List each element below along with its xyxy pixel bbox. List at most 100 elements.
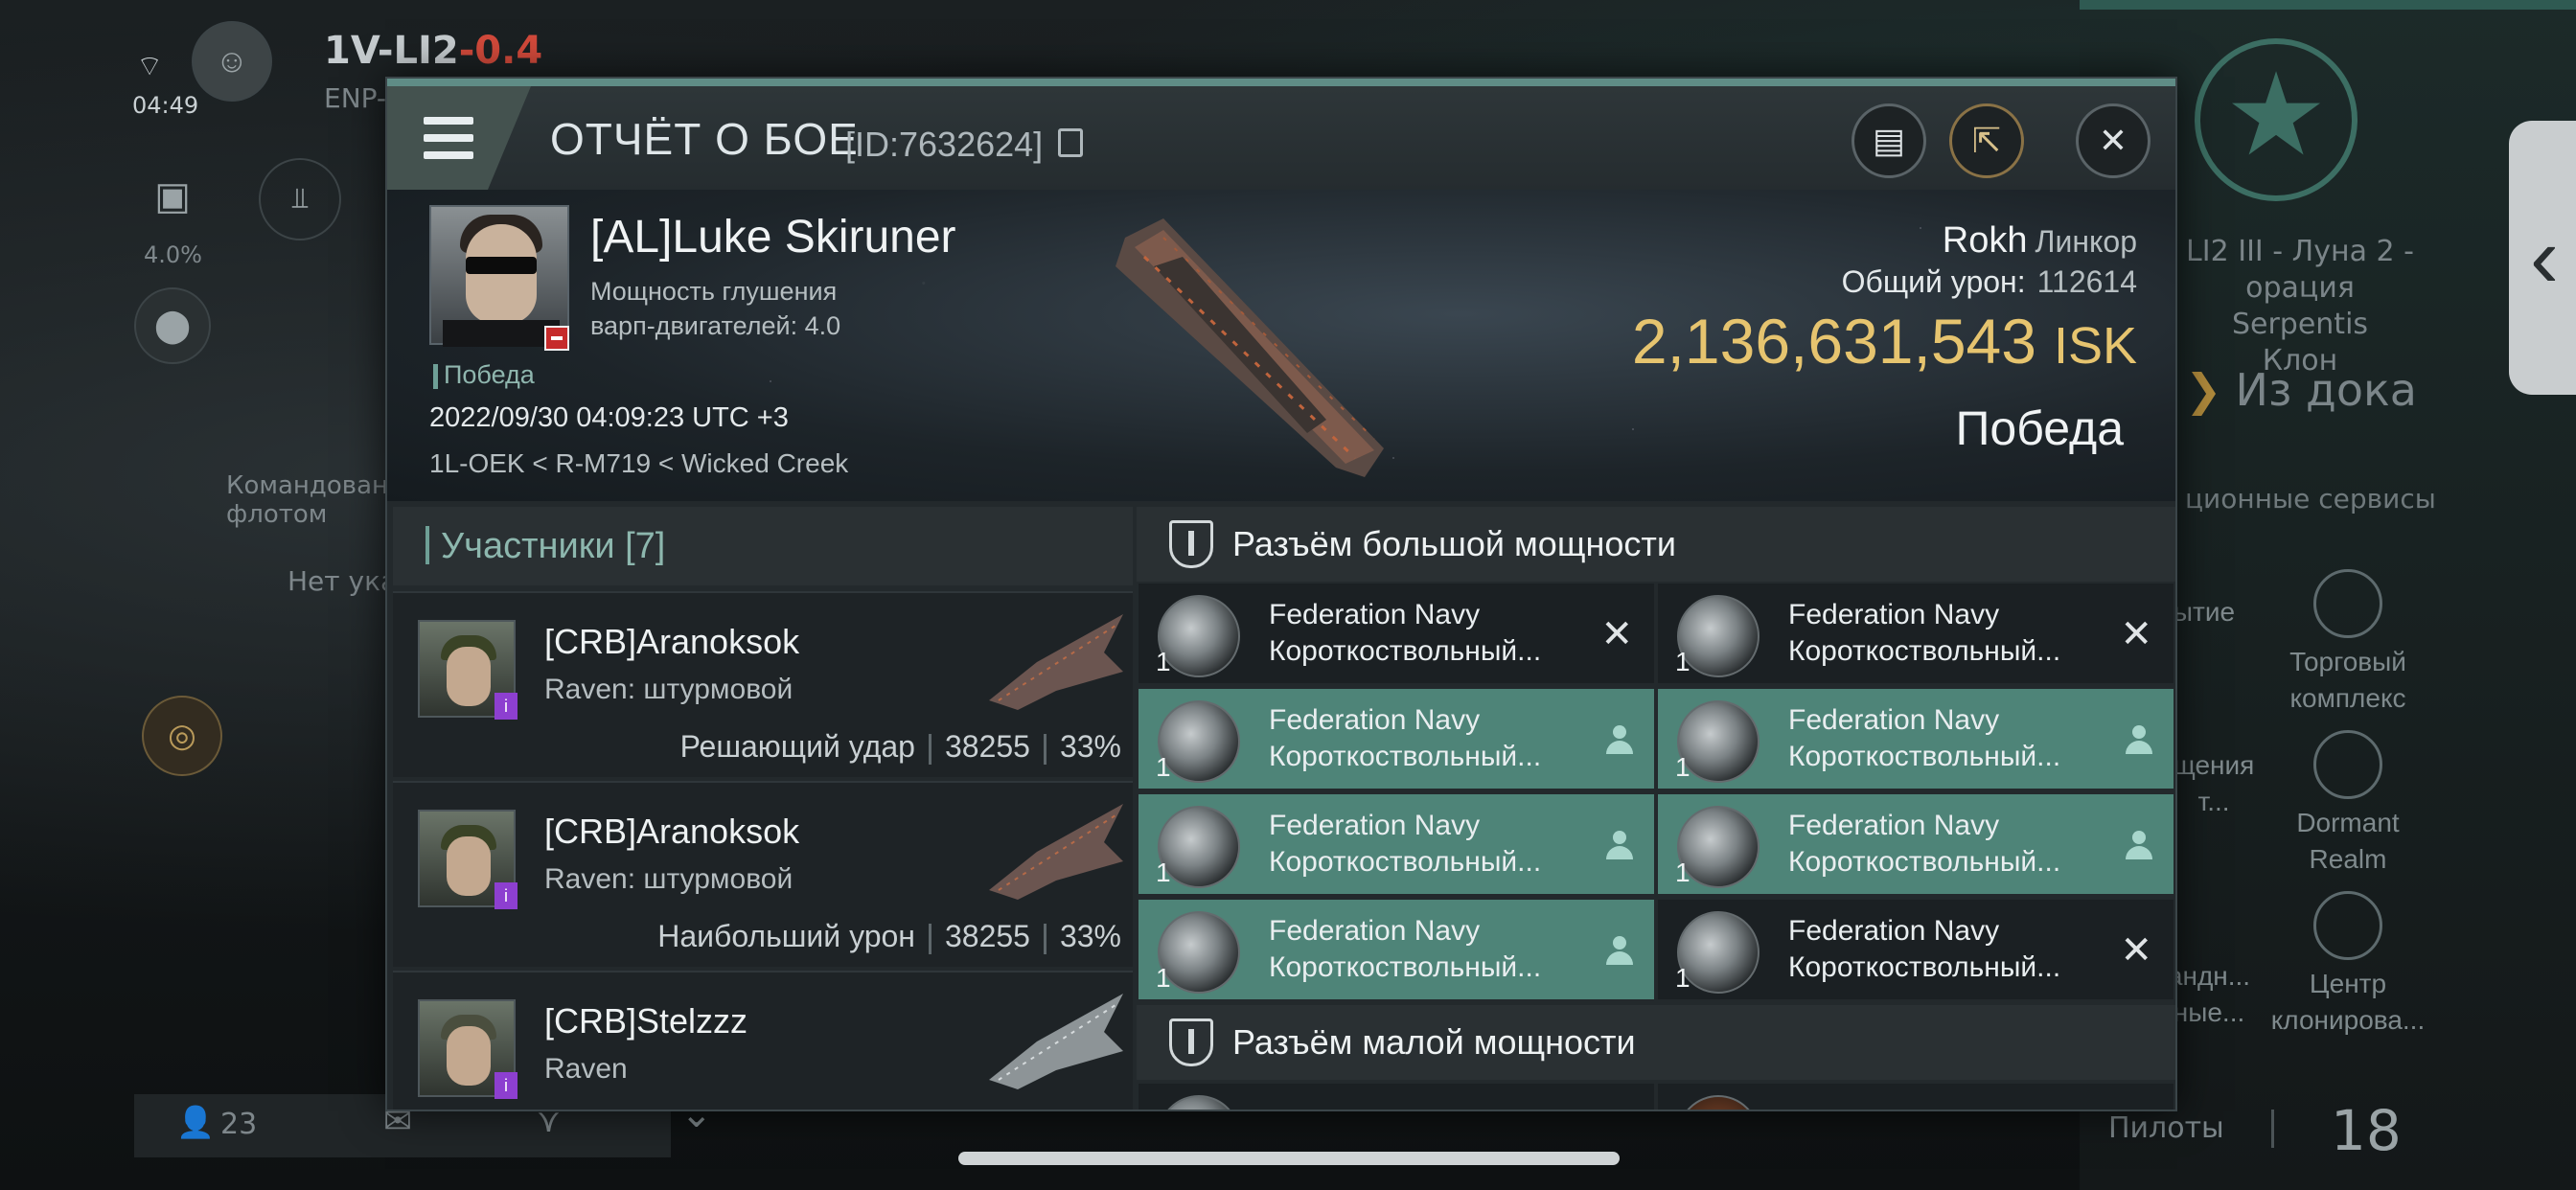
structure-icon[interactable]: ⫫ bbox=[259, 158, 341, 240]
attribute-line: Мощность глушения bbox=[590, 277, 838, 306]
undock-button[interactable]: ❯ Из дока bbox=[2185, 364, 2417, 416]
cargo-icon[interactable]: ▣ bbox=[134, 158, 211, 235]
module-line: Короткоствольный... bbox=[1788, 635, 2061, 667]
service-label: щения т... bbox=[2173, 750, 2255, 816]
module-item[interactable]: 1 Federation Navy Короткоствольный... bbox=[1137, 687, 1656, 790]
portrait-glasses bbox=[466, 257, 537, 274]
system-sub: ENP- bbox=[324, 82, 387, 114]
services-label: ционные сервисы bbox=[2185, 483, 2436, 515]
menu-button[interactable] bbox=[387, 86, 531, 190]
participant-name: [CRB]Stelzzz bbox=[544, 1001, 748, 1041]
participant-damage: 38255 bbox=[944, 919, 1030, 953]
module-count: 1 bbox=[1675, 858, 1690, 887]
module-item[interactable]: 1 Federation Navy Короткоствольный... bbox=[1137, 898, 1656, 1001]
copy-icon[interactable] bbox=[1058, 128, 1083, 157]
avatar[interactable]: ☺ bbox=[192, 21, 272, 102]
module-count: 1 bbox=[1156, 752, 1171, 782]
percent-label: 4.0% bbox=[144, 241, 202, 268]
participant-row[interactable]: i [CRB]Aranoksok Raven: штурмовой Наибол… bbox=[393, 781, 1133, 967]
module-name: Federation Navy Короткоствольный... bbox=[1269, 597, 1541, 670]
module-item[interactable]: 1 Federation Navy Короткоствольный... ✕ bbox=[1137, 582, 1656, 685]
module-item[interactable]: 1 Federation Navy Короткоствольный... bbox=[1656, 792, 2175, 896]
module-item[interactable]: 1 Federation Navy Короткоствольный... ✕ bbox=[1656, 898, 2175, 1001]
victim-ship[interactable]: Rokh Линкор bbox=[1943, 220, 2137, 262]
share-button[interactable]: ⇱ bbox=[1949, 103, 2024, 178]
module-name: Federation Navy Короткоствольный... bbox=[1269, 913, 1541, 986]
raven-ship-image bbox=[989, 804, 1123, 900]
participants-panel: Участники [7] i [CRB]Aranoksok Raven: шт… bbox=[393, 507, 1133, 1110]
location-pin-icon[interactable]: ⬤ bbox=[134, 287, 211, 364]
module-item[interactable]: 1 Federation Navy Короткоствольный... ✕ bbox=[1656, 582, 2175, 685]
module-line: Короткоствольный... bbox=[1788, 846, 2061, 878]
dropped-person-icon bbox=[2126, 725, 2152, 756]
module-name: Federation Navy Короткоствольный... bbox=[1788, 808, 2060, 881]
location-line: орация Serpentis bbox=[2231, 271, 2369, 341]
victim-portrait[interactable] bbox=[429, 205, 569, 347]
portrait-face bbox=[447, 836, 491, 896]
status-badge: Победа bbox=[433, 360, 535, 390]
module-line: Federation Navy bbox=[1269, 599, 1481, 630]
service-market[interactable]: Торговый комплекс bbox=[2257, 569, 2439, 717]
isk-loss: 2,136,631,543 ISK bbox=[1632, 305, 2137, 378]
corp-star-logo: ★ bbox=[2195, 38, 2358, 201]
module-line: Federation Navy bbox=[1788, 810, 2000, 841]
module-item[interactable] bbox=[1656, 1082, 2175, 1110]
pilots-count: 18 bbox=[2331, 1098, 2402, 1163]
module-line: Federation Navy bbox=[1788, 599, 2000, 630]
service-item[interactable]: щения т... bbox=[2166, 747, 2262, 820]
close-icon: ✕ bbox=[2098, 121, 2128, 160]
divider bbox=[928, 733, 932, 765]
victim-name[interactable]: [AL]Luke Skiruner bbox=[590, 211, 956, 263]
module-item[interactable] bbox=[1137, 1082, 1656, 1110]
module-count: 1 bbox=[1675, 963, 1690, 993]
participant-role: Наибольший урон bbox=[657, 919, 915, 953]
service-clone-center[interactable]: Центр клонирова... bbox=[2257, 891, 2439, 1039]
total-damage-value: 112614 bbox=[2036, 264, 2137, 299]
module-line: Federation Navy bbox=[1269, 915, 1481, 947]
battle-location[interactable]: 1L-OEK < R-M719 < Wicked Creek bbox=[429, 448, 848, 479]
drone-icon[interactable]: ◎ bbox=[142, 696, 222, 776]
participant-name: [CRB]Aranoksok bbox=[544, 812, 800, 851]
close-button[interactable]: ✕ bbox=[2076, 103, 2150, 178]
service-label: Dormant Realm bbox=[2296, 808, 2400, 874]
ship-name: Rokh bbox=[1942, 220, 2028, 261]
share-icon: ⇱ bbox=[1971, 121, 2002, 160]
module-name: Federation Navy Короткоствольный... bbox=[1788, 913, 2060, 986]
service-label: Центр клонирова... bbox=[2270, 969, 2426, 1035]
dropped-person-icon bbox=[1606, 725, 1633, 756]
divider bbox=[928, 923, 932, 954]
participant-row[interactable]: i [CRB]Stelzzz Raven bbox=[393, 971, 1133, 1110]
undock-label: Из дока bbox=[2235, 364, 2417, 416]
participant-row[interactable]: i [CRB]Aranoksok Raven: штурмовой Решающ… bbox=[393, 591, 1133, 777]
pilots-label: Пилоты bbox=[2108, 1111, 2224, 1145]
right-panel-accent bbox=[2080, 0, 2576, 10]
service-dormant-realm[interactable]: Dormant Realm bbox=[2257, 730, 2439, 878]
module-line: Короткоствольный... bbox=[1269, 741, 1542, 772]
module-name: Federation Navy Короткоствольный... bbox=[1788, 597, 2060, 670]
home-indicator[interactable] bbox=[958, 1152, 1620, 1165]
people-icon: 👤 bbox=[176, 1104, 215, 1140]
module-item[interactable]: 1 Federation Navy Короткоствольный... bbox=[1656, 687, 2175, 790]
corp-badge-icon: i bbox=[494, 882, 518, 909]
service-item[interactable]: ытие bbox=[2166, 594, 2242, 630]
participant-percent: 33% bbox=[1059, 919, 1121, 953]
module-icon bbox=[1158, 1095, 1240, 1110]
hamburger-icon bbox=[424, 117, 473, 159]
portrait-face bbox=[466, 224, 537, 324]
system-name: 1V-LI2-0.4 bbox=[324, 29, 542, 73]
dropped-person-icon bbox=[1606, 936, 1633, 967]
location-line: LI2 III - Луна 2 - bbox=[2186, 235, 2414, 268]
log-button[interactable]: ▤ bbox=[1852, 103, 1926, 178]
module-item[interactable]: 1 Federation Navy Короткоствольный... bbox=[1137, 792, 1656, 896]
side-panel-toggle[interactable]: ‹ bbox=[2509, 121, 2576, 395]
isk-unit: ISK bbox=[2053, 317, 2137, 375]
dormant-realm-icon bbox=[2313, 730, 2382, 799]
participant-ship: Raven bbox=[544, 1053, 628, 1085]
participant-stats: Наибольший урон 38255 33% bbox=[657, 919, 1121, 954]
participant-percent: 33% bbox=[1059, 729, 1121, 764]
dialog-accent bbox=[387, 79, 2175, 86]
destroyed-icon: ✕ bbox=[2120, 929, 2152, 972]
attribute-line: варп-двигателей: 4.0 bbox=[590, 311, 841, 340]
module-line: Короткоствольный... bbox=[1788, 741, 2061, 772]
fitting-panel: Разъём большой мощности 1 Federation Nav… bbox=[1137, 507, 2175, 1110]
